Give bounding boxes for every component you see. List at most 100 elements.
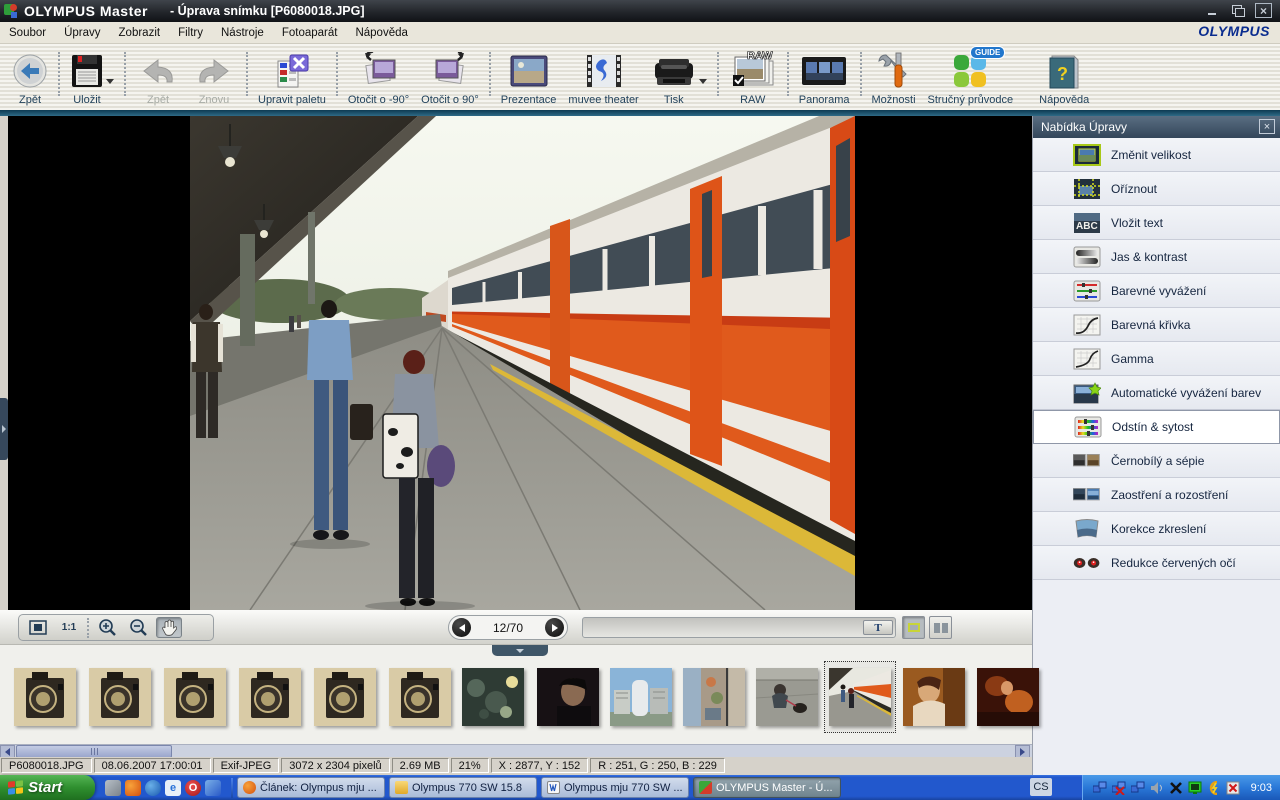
image-counter: 12/70 [493,621,523,635]
edit-item-hue-saturation[interactable]: Odstín & sytost [1033,410,1280,444]
thumbnail-warm-scene[interactable] [977,668,1039,726]
edit-item-bw-sepia[interactable]: Černobílý a sépie [1033,444,1280,478]
toolbar-button-muvee[interactable]: muvee theater [562,44,644,108]
thumbnail-camera-2[interactable] [89,668,151,726]
no-device-icon[interactable] [1169,781,1183,795]
thumbnail-camera-3[interactable] [164,668,226,726]
left-panel-expand-tab[interactable] [0,398,8,460]
menu-filtry[interactable]: Filtry [169,27,212,39]
edit-item-auto-color[interactable]: Automatické vyvážení barev [1033,376,1280,410]
thunderbird-icon[interactable] [145,780,161,796]
zoom-slider-track[interactable]: T [582,617,896,638]
toolbar-button-slideshow[interactable]: Prezentace [495,44,563,108]
actual-size-button[interactable]: 1:1 [56,617,82,638]
toolbar-button-panorama[interactable]: Panorama [793,44,856,108]
edit-item-color-balance[interactable]: Barevné vyvážení [1033,274,1280,308]
toolbar-button-undo[interactable]: Zpět [130,44,186,108]
minimize-button[interactable] [1203,3,1220,18]
start-button[interactable]: Start [0,775,95,800]
fit-to-window-button[interactable] [25,617,51,638]
close-button[interactable]: × [1255,3,1272,18]
thumbnail-dark-portrait[interactable] [537,668,599,726]
firefox-icon[interactable] [125,780,141,796]
toolbar-button-help[interactable]: ? Nápověda [1033,44,1095,108]
edit-item-color-curve[interactable]: Barevná křivka [1033,308,1280,342]
thumbnail-dog-platform[interactable] [756,668,818,726]
zoom-out-button[interactable] [125,617,151,638]
toolbar-button-redo[interactable]: Znovu [186,44,242,108]
network-2-icon[interactable] [1131,781,1145,795]
toolbar-button-label: Zpět [147,94,169,106]
internet-explorer-icon[interactable]: e [165,780,181,796]
thumbnail-train-station-selected[interactable] [824,661,896,733]
thumbnail-camera-4[interactable] [239,668,301,726]
edit-item-distortion[interactable]: Korekce zkreslení [1033,512,1280,546]
taskbar-window-folder[interactable]: Olympus 770 SW 15.8 [389,777,537,798]
edit-item-crop[interactable]: Oříznout [1033,172,1280,206]
redo-icon [192,50,236,92]
power-icon[interactable] [1207,781,1221,795]
save-dropdown-arrow-icon[interactable] [106,79,114,84]
messenger-icon[interactable] [205,780,221,796]
toolbar-button-raw[interactable]: RAW RAW [723,44,783,108]
disconnected-icon[interactable] [1226,781,1240,795]
thumbnail-building[interactable] [610,668,672,726]
toolbar-button-back[interactable]: Zpět [6,44,54,108]
filmstrip-scrollbar[interactable] [0,744,1032,757]
volume-icon[interactable] [1150,781,1164,795]
image-navigator: 12/70 [448,615,568,640]
raw-badge-text: RAW [747,51,773,62]
compare-view-button[interactable] [929,616,952,639]
thumbnail-warm-portrait[interactable] [903,668,965,726]
text-tool-button[interactable]: T [863,620,893,635]
thumbnail-camera-6[interactable] [389,668,451,726]
edit-item-resize[interactable]: Změnit velikost [1033,138,1280,172]
language-indicator[interactable]: CS [1030,778,1052,796]
edit-item-insert-text[interactable]: ABC Vložit text [1033,206,1280,240]
toolbar-button-label: Otočit o 90° [421,94,479,106]
zoom-in-button[interactable] [94,617,120,638]
network-disabled-icon[interactable] [1112,781,1126,795]
thumbnail-street-rotated[interactable] [683,668,745,726]
toolbar-button-edit-palette[interactable]: Upravit paletu [252,44,332,108]
menu-upravy[interactable]: Úpravy [55,27,109,39]
edit-item-gamma[interactable]: Gamma [1033,342,1280,376]
opera-icon[interactable]: O [185,780,201,796]
menu-zobrazit[interactable]: Zobrazit [110,27,170,39]
thumbnail-camera-1[interactable] [14,668,76,726]
show-desktop-icon[interactable] [105,780,121,796]
edit-panel-close-icon[interactable]: × [1259,119,1275,134]
image-canvas[interactable] [8,116,1032,610]
menu-fotoaparat[interactable]: Fotoaparát [273,27,347,39]
menu-nastroje[interactable]: Nástroje [212,27,273,39]
edit-item-red-eye[interactable]: Redukce červených očí [1033,546,1280,580]
display-icon[interactable] [1188,781,1202,795]
print-dropdown-arrow-icon[interactable] [699,79,707,84]
next-image-button[interactable] [545,618,564,637]
previous-image-button[interactable] [452,618,471,637]
taskbar-window-document[interactable]: Olympus mju 770 SW ... [541,777,689,798]
toolbar-button-options[interactable]: Možnosti [866,44,922,108]
hand-tool-button[interactable] [156,617,182,638]
viewer-controls-bar: 1:1 12/70 T [0,610,1032,645]
menu-soubor[interactable]: Soubor [0,27,55,39]
print-icon [651,50,697,92]
taskbar-window-olympus-master[interactable]: OLYMPUS Master - Ú... [693,777,841,798]
single-view-button[interactable] [902,616,925,639]
thumbnail-camera-5[interactable] [314,668,376,726]
toolbar-button-print[interactable]: Tisk [645,44,713,108]
status-bar: P6080018.JPG 08.06.2007 17:00:01 Exif-JP… [0,757,1032,774]
toolbar-button-rotate-left[interactable]: Otočit o -90° [342,44,415,108]
network-icon[interactable] [1093,781,1107,795]
toolbar-button-rotate-right[interactable]: Otočit o 90° [415,44,485,108]
edit-item-brightness-contrast[interactable]: Jas & kontrast [1033,240,1280,274]
restore-button[interactable] [1229,3,1246,18]
taskbar-window-article[interactable]: Článek: Olympus mju ... [237,777,385,798]
edit-item-sharpen-blur[interactable]: Zaostření a rozostření [1033,478,1280,512]
toolbar-button-guide[interactable]: GUIDE Stručný průvodce [922,44,1034,108]
thumbnail-bokeh[interactable] [462,668,524,726]
filmstrip-collapse-tab[interactable] [492,645,548,656]
toolbar-button-save[interactable]: Uložit [64,44,120,108]
menu-napoveda[interactable]: Nápověda [346,27,416,39]
title-bar[interactable]: OLYMPUS Master - Úprava snímku [P6080018… [0,0,1280,22]
